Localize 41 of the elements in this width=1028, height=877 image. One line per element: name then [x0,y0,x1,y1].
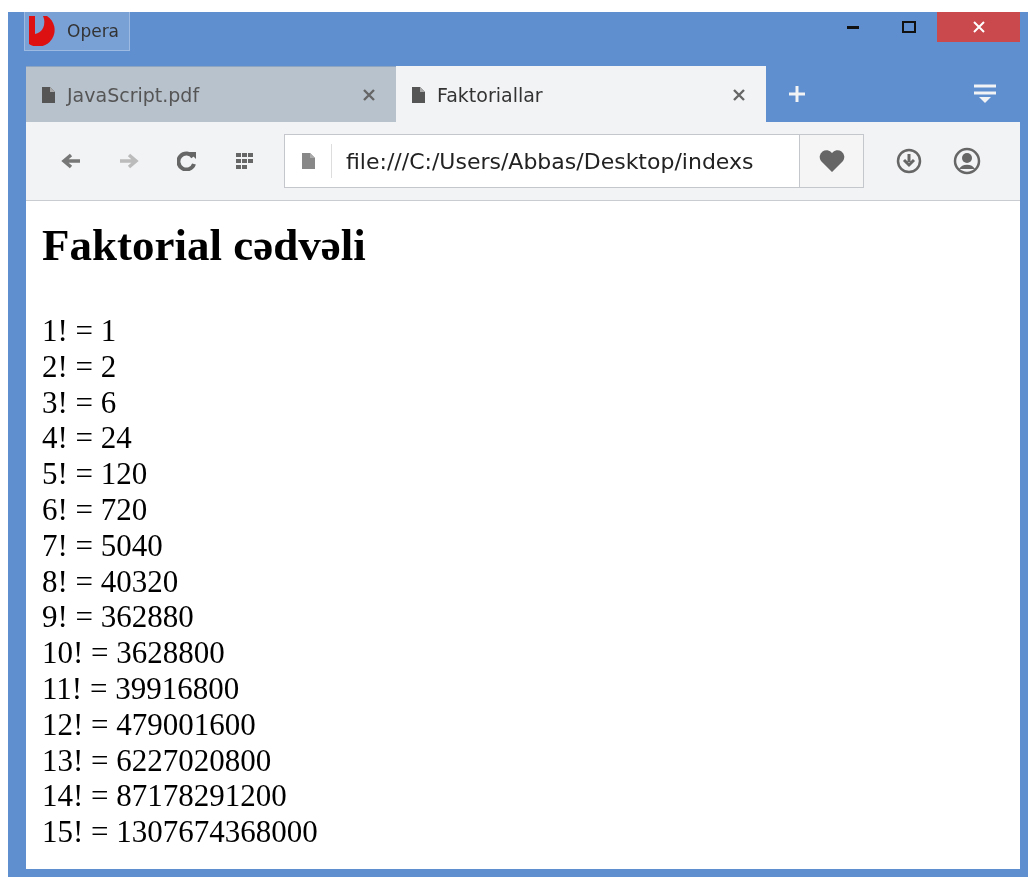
document-icon [301,153,315,169]
back-arrow-icon [61,153,81,169]
close-icon[interactable] [362,87,376,102]
browser-tab[interactable]: Faktoriallar [396,66,766,122]
factorial-line: 14! = 87178291200 [42,778,287,815]
close-icon[interactable] [732,87,746,102]
factorial-line: 9! = 362880 [42,599,194,636]
window-title: Opera [67,21,120,41]
factorial-line: 4! = 24 [42,420,132,457]
factorial-line: 1! = 1 [42,313,117,349]
factorial-line: 15! = 1307674368000 [42,814,318,850]
factorial-line: 6! = 720 [42,492,148,528]
forward-arrow-icon [119,153,139,169]
download-icon [896,148,922,174]
address-field[interactable]: file:///C:/Users/Abbas/Desktop/indexs [332,148,799,174]
address-bar[interactable]: file:///C:/Users/Abbas/Desktop/indexs [284,134,864,188]
document-icon [412,86,425,103]
factorial-line: 2! = 2 [42,348,117,385]
factorial-line: 8! = 40320 [42,563,179,600]
factorial-line: 11! = 39916800 [42,670,240,707]
factorial-line: 5! = 120 [42,456,148,492]
factorial-line: 10! = 3628800 [42,635,225,671]
factorial-line: 13! = 6227020800 [42,742,272,779]
reload-icon [177,151,197,171]
grid-icon [236,153,254,169]
factorial-line: 7! = 5040 [42,527,163,564]
factorial-line: 3! = 6 [42,384,117,421]
bookmark-button[interactable] [799,135,863,187]
plus-icon [788,85,806,103]
page-heading: Faktorial cədvəli [42,219,366,272]
heart-icon [818,150,845,172]
person-icon [953,147,981,175]
maximize-icon [902,21,916,33]
close-icon [971,20,986,34]
menu-icon [974,84,996,104]
document-icon [42,86,55,103]
browser-tab[interactable]: JavaScript.pdf [26,66,396,122]
factorial-line: 12! = 479001600 [42,706,256,743]
close-button[interactable] [937,12,1020,42]
opera-menu-button[interactable]: Opera [24,12,131,51]
minimize-icon [847,25,859,29]
